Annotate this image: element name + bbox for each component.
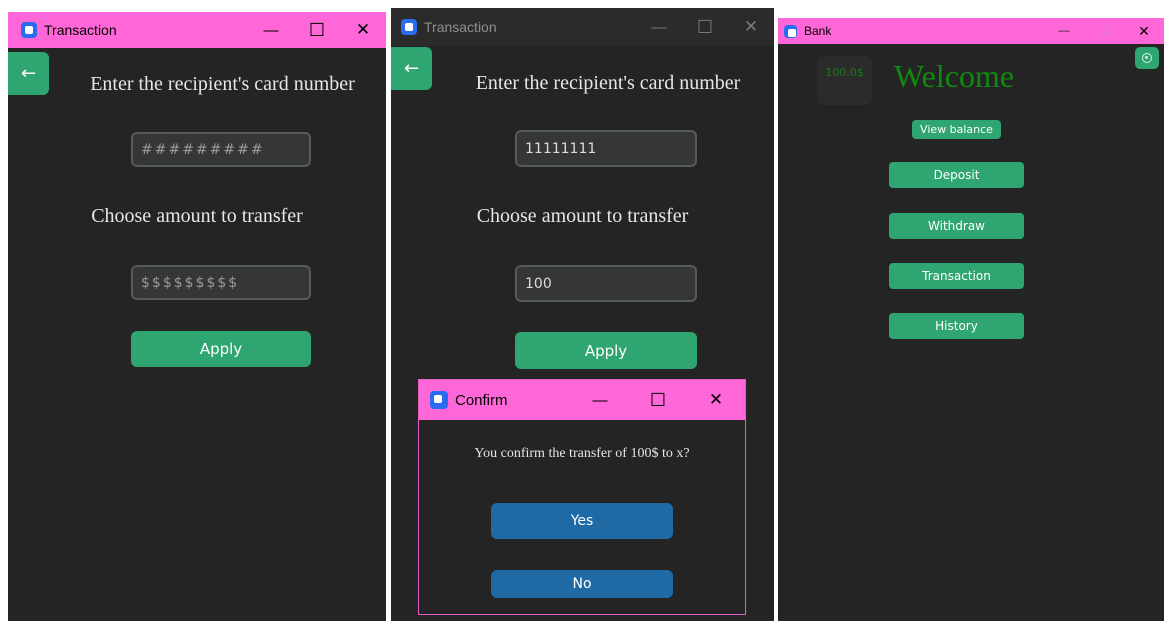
minimize-icon[interactable]: — bbox=[1044, 25, 1084, 37]
apply-button[interactable]: Apply bbox=[131, 331, 311, 367]
minimize-icon[interactable]: — bbox=[571, 392, 629, 409]
balance-display: 100.0$ bbox=[817, 56, 872, 105]
close-icon[interactable]: ✕ bbox=[728, 17, 774, 37]
window-title: Transaction bbox=[424, 19, 497, 35]
back-button[interactable]: ← bbox=[391, 47, 432, 90]
maximize-icon[interactable]: ☐ bbox=[1084, 23, 1124, 39]
card-number-heading: Enter the recipient's card number bbox=[90, 73, 355, 95]
titlebar[interactable]: Transaction — ☐ ✕ bbox=[391, 8, 774, 46]
card-number-input[interactable]: ######### bbox=[131, 132, 311, 167]
window-title: Transaction bbox=[44, 22, 117, 38]
close-icon[interactable]: ✕ bbox=[1124, 23, 1164, 40]
close-icon[interactable]: ✕ bbox=[687, 390, 745, 410]
titlebar[interactable]: Bank — ☐ ✕ bbox=[778, 18, 1164, 44]
minimize-icon[interactable]: — bbox=[248, 22, 294, 39]
titlebar[interactable]: Confirm — ☐ ✕ bbox=[419, 380, 745, 420]
bank-window: Bank — ☐ ✕ 100.0$ Welcome View balance D… bbox=[778, 18, 1164, 621]
amount-heading: Choose amount to transfer bbox=[91, 205, 303, 227]
confirm-message: You confirm the transfer of 100$ to x? bbox=[474, 446, 690, 461]
confirm-dialog: Confirm — ☐ ✕ You confirm the transfer o… bbox=[418, 379, 746, 615]
history-button[interactable]: History bbox=[889, 313, 1024, 339]
amount-input[interactable]: 100 bbox=[515, 265, 697, 302]
balance-value: 100.0$ bbox=[825, 66, 864, 79]
transaction-window-1: Transaction — ☐ ✕ ← Enter the recipient'… bbox=[8, 12, 386, 621]
titlebar[interactable]: Transaction — ☐ ✕ bbox=[8, 12, 386, 48]
window-title: Bank bbox=[804, 24, 832, 38]
view-balance-button[interactable]: View balance bbox=[912, 120, 1001, 139]
close-icon[interactable]: ✕ bbox=[340, 20, 386, 40]
settings-corner-button[interactable] bbox=[1135, 47, 1159, 69]
amount-heading: Choose amount to transfer bbox=[476, 205, 689, 227]
apply-button[interactable]: Apply bbox=[515, 332, 697, 369]
no-button[interactable]: No bbox=[491, 570, 673, 598]
maximize-icon[interactable]: ☐ bbox=[629, 390, 687, 411]
app-icon bbox=[21, 22, 37, 38]
app-icon bbox=[430, 391, 448, 409]
withdraw-button[interactable]: Withdraw bbox=[889, 213, 1024, 239]
app-icon bbox=[784, 24, 797, 38]
back-button[interactable]: ← bbox=[8, 52, 49, 95]
card-number-input[interactable]: 11111111 bbox=[515, 130, 697, 167]
transaction-button[interactable]: Transaction bbox=[889, 263, 1024, 289]
welcome-title: Welcome bbox=[894, 58, 1015, 94]
deposit-button[interactable]: Deposit bbox=[889, 162, 1024, 188]
card-number-heading: Enter the recipient's card number bbox=[475, 72, 741, 94]
window-title: Confirm bbox=[455, 391, 508, 409]
gear-icon bbox=[1142, 53, 1152, 63]
minimize-icon[interactable]: — bbox=[636, 19, 682, 36]
app-icon bbox=[401, 19, 417, 35]
maximize-icon[interactable]: ☐ bbox=[682, 17, 728, 38]
maximize-icon[interactable]: ☐ bbox=[294, 20, 340, 41]
yes-button[interactable]: Yes bbox=[491, 503, 673, 539]
amount-input[interactable]: $$$$$$$$$ bbox=[131, 265, 311, 300]
